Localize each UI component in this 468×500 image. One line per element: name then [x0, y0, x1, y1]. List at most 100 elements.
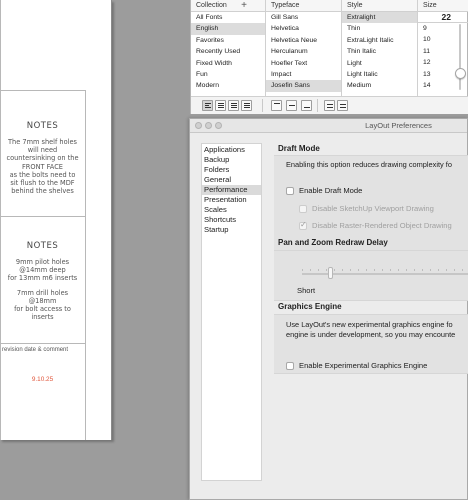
collection-column: Collection + All Fonts English Favorites… [191, 0, 266, 96]
typeface-item[interactable]: Helvetica Neue [266, 35, 341, 46]
category-presentation[interactable]: Presentation [202, 195, 261, 205]
checkbox-label: Disable Raster-Rendered Object Drawing [312, 221, 452, 230]
notes-line: sit flush to the MDF [10, 179, 75, 188]
graphics-engine-description-1: Use LayOut's new experimental graphics e… [286, 320, 453, 329]
draft-mode-description: Enabling this option reduces drawing com… [286, 160, 452, 169]
typeface-item[interactable]: Hoefler Text [266, 58, 341, 69]
anchor-bottom-icon[interactable] [301, 100, 312, 111]
size-column: Size 22 9 10 11 12 13 14 [418, 0, 468, 96]
align-center-icon[interactable] [215, 100, 226, 111]
collection-item[interactable]: Fixed Width [191, 58, 265, 69]
window-titlebar[interactable]: LayOut Preferences [190, 119, 467, 133]
preferences-window: LayOut Preferences Applications Backup F… [189, 118, 468, 500]
checkbox-label: Enable Draft Mode [299, 186, 363, 195]
style-item[interactable]: Light [342, 58, 417, 69]
collection-item[interactable]: Fun [191, 69, 265, 80]
notes-panel-1: NOTES The 7mm shelf holes will need coun… [0, 91, 86, 217]
notes-line: for 13mm m6 inserts [7, 274, 78, 283]
preferences-category-list: Applications Backup Folders General Perf… [201, 143, 262, 481]
text-format-toolbar [191, 96, 468, 114]
add-collection-button[interactable]: + [241, 0, 247, 12]
window-title: LayOut Preferences [365, 121, 432, 130]
collection-header: Collection + [191, 0, 265, 12]
collection-item-selected[interactable]: English [191, 23, 265, 35]
collection-item[interactable]: Modern [191, 80, 265, 91]
graphics-engine-heading: Graphics Engine [278, 302, 342, 311]
checkbox-checked-icon[interactable]: ✓ [299, 220, 307, 230]
notes-line: inserts [31, 313, 54, 322]
align-justify-icon[interactable] [241, 100, 252, 111]
checkbox-label: Enable Experimental Graphics Engine [299, 361, 428, 370]
notes-panel-2: NOTES 9mm pilot holes @14mm deep for 13m… [0, 217, 86, 344]
list-number-icon[interactable] [337, 100, 348, 111]
category-folders[interactable]: Folders [202, 165, 261, 175]
style-column: Style Extralight Thin ExtraLight Italic … [342, 0, 418, 96]
notes-line: @14mm deep [19, 266, 66, 275]
redraw-delay-slider[interactable] [302, 273, 468, 275]
checkbox-label: Disable SketchUp Viewport Drawing [312, 204, 434, 213]
notes-line: @18mm [28, 296, 57, 305]
document-page: NOTES The 7mm shelf holes will need coun… [0, 0, 112, 440]
checkbox-icon[interactable] [286, 186, 294, 195]
notes-line: The 7mm shelf holes [8, 138, 77, 146]
category-startup[interactable]: Startup [202, 225, 261, 235]
style-item[interactable]: Light Italic [342, 69, 417, 80]
toolbar-separator [262, 99, 263, 112]
toolbar-separator [317, 99, 318, 112]
notes-line: countersinking on the [6, 154, 79, 163]
size-header: Size [418, 0, 468, 12]
revision-label: revision date & comment [2, 347, 69, 353]
category-backup[interactable]: Backup [202, 155, 261, 165]
notes-title: NOTES [26, 121, 59, 131]
checkbox-icon[interactable] [299, 204, 307, 213]
style-item[interactable]: Thin [342, 23, 417, 34]
redraw-delay-slider-knob[interactable] [328, 267, 333, 279]
draft-mode-heading: Draft Mode [278, 144, 320, 153]
collection-item[interactable]: All Fonts [191, 12, 265, 23]
notes-title: NOTES [26, 241, 59, 251]
notes-line: FRONT FACE [22, 162, 63, 171]
typeface-item[interactable]: Impact [266, 69, 341, 80]
notes-line: 7mm drill holes [16, 288, 69, 297]
collection-item[interactable]: Favorites [191, 35, 265, 46]
style-item-selected[interactable]: Extralight [342, 12, 417, 24]
pan-zoom-heading: Pan and Zoom Redraw Delay [278, 238, 388, 247]
align-left-icon[interactable] [202, 100, 213, 111]
disable-raster-objects-checkbox[interactable]: ✓ Disable Raster-Rendered Object Drawing [299, 220, 452, 230]
revision-date: 9.10.25 [31, 376, 54, 383]
align-right-icon[interactable] [228, 100, 239, 111]
disable-sketchup-viewport-checkbox[interactable]: Disable SketchUp Viewport Drawing [299, 204, 434, 213]
typeface-item-selected[interactable]: Josefin Sans [266, 80, 341, 92]
anchor-middle-icon[interactable] [286, 100, 297, 111]
enable-experimental-graphics-checkbox[interactable]: Enable Experimental Graphics Engine [286, 361, 427, 370]
typeface-item[interactable]: Gill Sans [266, 12, 341, 23]
typeface-item[interactable]: Helvetica [266, 23, 341, 34]
category-applications[interactable]: Applications [202, 145, 261, 155]
category-scales[interactable]: Scales [202, 205, 261, 215]
notes-line: behind the shelves [11, 187, 74, 196]
graphics-engine-description-2: engine is under development, so you may … [286, 330, 456, 339]
category-general[interactable]: General [202, 175, 261, 185]
notes-line: as the bolts need to [9, 170, 76, 179]
typeface-item[interactable]: Herculanum [266, 46, 341, 57]
checkbox-icon[interactable] [286, 361, 294, 370]
style-item[interactable]: ExtraLight Italic [342, 35, 417, 46]
size-slider-track[interactable] [459, 24, 461, 90]
collection-item[interactable]: Recently Used [191, 46, 265, 57]
size-slider-knob[interactable] [455, 68, 466, 79]
typeface-header: Typeface [266, 0, 341, 12]
list-bullet-icon[interactable] [324, 100, 335, 111]
category-performance[interactable]: Performance [202, 185, 261, 195]
enable-draft-mode-checkbox[interactable]: Enable Draft Mode [286, 186, 362, 195]
category-shortcuts[interactable]: Shortcuts [202, 215, 261, 225]
style-header: Style [342, 0, 417, 12]
size-input[interactable]: 22 [418, 12, 468, 23]
anchor-top-icon[interactable] [271, 100, 282, 111]
font-panel: Collection + All Fonts English Favorites… [190, 0, 468, 114]
notes-line: will need [27, 146, 58, 155]
notes-line: for bolt access to [14, 305, 71, 314]
style-item[interactable]: Medium [342, 80, 417, 91]
notes-line: 9mm pilot holes [15, 258, 70, 266]
revision-panel: revision date & comment 9.10.25 [0, 344, 86, 440]
style-item[interactable]: Thin Italic [342, 46, 417, 57]
